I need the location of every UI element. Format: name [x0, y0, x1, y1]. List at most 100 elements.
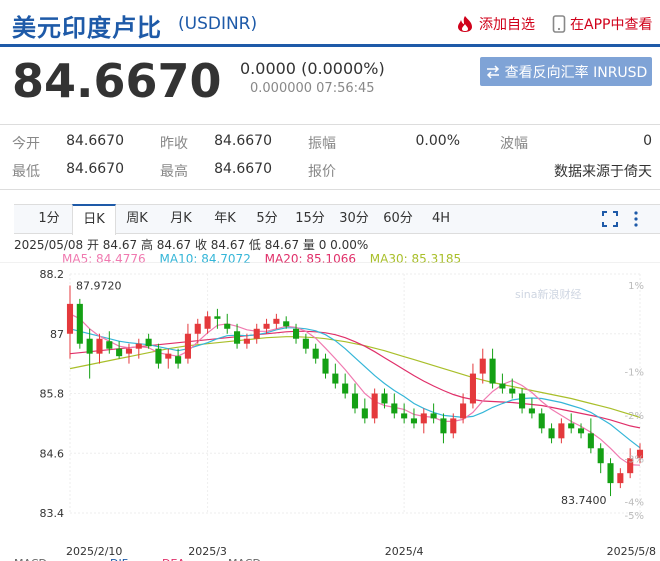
- add-watch-button[interactable]: 添加自选: [455, 14, 535, 34]
- candle: [401, 403, 408, 424]
- candle: [214, 308, 221, 329]
- candle: [538, 408, 545, 434]
- open-value: 84.6670: [66, 133, 124, 149]
- x-tick-label: 2025/4: [385, 545, 424, 558]
- candle: [116, 341, 123, 359]
- more-options-icon[interactable]: [632, 210, 640, 228]
- candle-body: [106, 341, 113, 349]
- candle-body: [273, 318, 280, 324]
- candle: [410, 408, 418, 429]
- candle: [273, 313, 280, 329]
- candle: [125, 343, 133, 364]
- tab-15min[interactable]: 15分: [290, 205, 330, 233]
- pct-tick-label: -5%: [625, 511, 644, 522]
- view-in-app-label: 在APP中查看: [570, 17, 653, 33]
- pct-tick-label: -1%: [625, 368, 644, 379]
- candle: [519, 388, 526, 414]
- candle: [499, 373, 506, 394]
- candle: [420, 408, 427, 434]
- candle-body: [214, 316, 221, 319]
- candle: [391, 393, 398, 419]
- candle-body: [342, 383, 349, 394]
- prev-close-label: 昨收: [160, 136, 188, 152]
- stats-row-2: 最低 84.6670 最高 84.6670 报价 数据来源于倚天: [0, 157, 660, 187]
- candle: [597, 443, 604, 474]
- candle-body: [430, 413, 437, 419]
- swap-icon: [486, 64, 499, 79]
- max-price-label: 87.9720: [76, 279, 122, 292]
- candle: [558, 418, 565, 444]
- low-value: 84.6670: [66, 161, 124, 177]
- candle: [322, 353, 329, 379]
- candle-body: [420, 413, 427, 424]
- tab-5min[interactable]: 5分: [250, 205, 284, 233]
- candle-body: [66, 303, 74, 334]
- tab-1min[interactable]: 1分: [30, 205, 68, 233]
- candle-body: [351, 393, 359, 409]
- candle-body: [96, 338, 103, 354]
- candles: [66, 285, 644, 497]
- high-label: 最高: [160, 164, 188, 180]
- kline-chart[interactable]: sina新浪财经 88.2 87 85.8 84.6 83.4 1% -1% -2% -3% -4…: [0, 262, 660, 561]
- tab-monthly[interactable]: 月K: [162, 205, 200, 233]
- price-change: 0.0000 (0.0000%): [240, 59, 385, 78]
- y-tick-label: 84.6: [40, 447, 65, 460]
- candle: [332, 363, 339, 389]
- open-label: 今开: [12, 136, 40, 152]
- candle-body: [116, 348, 123, 357]
- macd-label: DEA: [162, 557, 185, 561]
- pct-tick-label: -2%: [625, 411, 644, 422]
- candle-body: [469, 373, 476, 404]
- candle-body: [538, 413, 545, 429]
- current-price: 84.6670: [12, 54, 222, 108]
- candle-body: [224, 323, 231, 329]
- candle-body: [587, 433, 594, 449]
- candle-body: [381, 393, 388, 404]
- candle-body: [489, 358, 496, 384]
- candle: [66, 285, 74, 359]
- fullscreen-icon[interactable]: [602, 211, 618, 227]
- candle-body: [617, 473, 624, 484]
- candle: [175, 348, 182, 369]
- candle-body: [401, 413, 408, 419]
- high-value: 84.6670: [214, 161, 272, 177]
- min-price-label: 83.7400: [561, 494, 607, 507]
- candle: [86, 328, 93, 379]
- ohlc-info: 2025/05/08 开 84.67 高 84.67 收 84.67 低 84.…: [14, 238, 369, 252]
- tab-daily[interactable]: 日K: [72, 204, 116, 235]
- candle-body: [125, 348, 133, 354]
- candle-body: [479, 358, 486, 374]
- wave-label: 波幅: [500, 136, 528, 152]
- candle-body: [135, 343, 142, 349]
- wave-value: 0: [643, 133, 652, 149]
- candle-body: [253, 328, 260, 339]
- candle: [253, 323, 260, 344]
- low-label: 最低: [12, 164, 40, 180]
- candle-body: [145, 338, 152, 347]
- candle: [479, 348, 486, 384]
- candle-body: [76, 303, 83, 344]
- reverse-rate-button[interactable]: 查看反向汇率 INRUSD: [480, 57, 652, 86]
- candle-body: [361, 408, 368, 419]
- candle: [617, 468, 624, 489]
- tab-weekly[interactable]: 周K: [118, 205, 156, 233]
- candle-body: [568, 423, 575, 429]
- candle-body: [410, 418, 418, 424]
- tab-yearly[interactable]: 年K: [206, 205, 244, 233]
- tab-4h[interactable]: 4H: [424, 205, 458, 233]
- candle-body: [155, 348, 162, 364]
- macd-label: MACD: [14, 557, 47, 561]
- candle-body: [243, 338, 250, 344]
- candle-body: [450, 418, 457, 434]
- y-tick-label: 83.4: [40, 507, 65, 520]
- candle-body: [577, 428, 585, 434]
- candle: [184, 323, 191, 364]
- candle-body: [528, 408, 535, 414]
- view-in-app-button[interactable]: 在APP中查看: [552, 14, 652, 34]
- quote-label: 报价: [308, 164, 336, 180]
- tab-30min[interactable]: 30分: [334, 205, 374, 233]
- stats-panel: 今开 84.6670 昨收 84.6670 振幅 0.00% 波幅 0 最低 8…: [0, 124, 660, 190]
- candle: [351, 383, 359, 414]
- data-source: 数据来源于倚天: [554, 164, 652, 180]
- tab-60min[interactable]: 60分: [378, 205, 418, 233]
